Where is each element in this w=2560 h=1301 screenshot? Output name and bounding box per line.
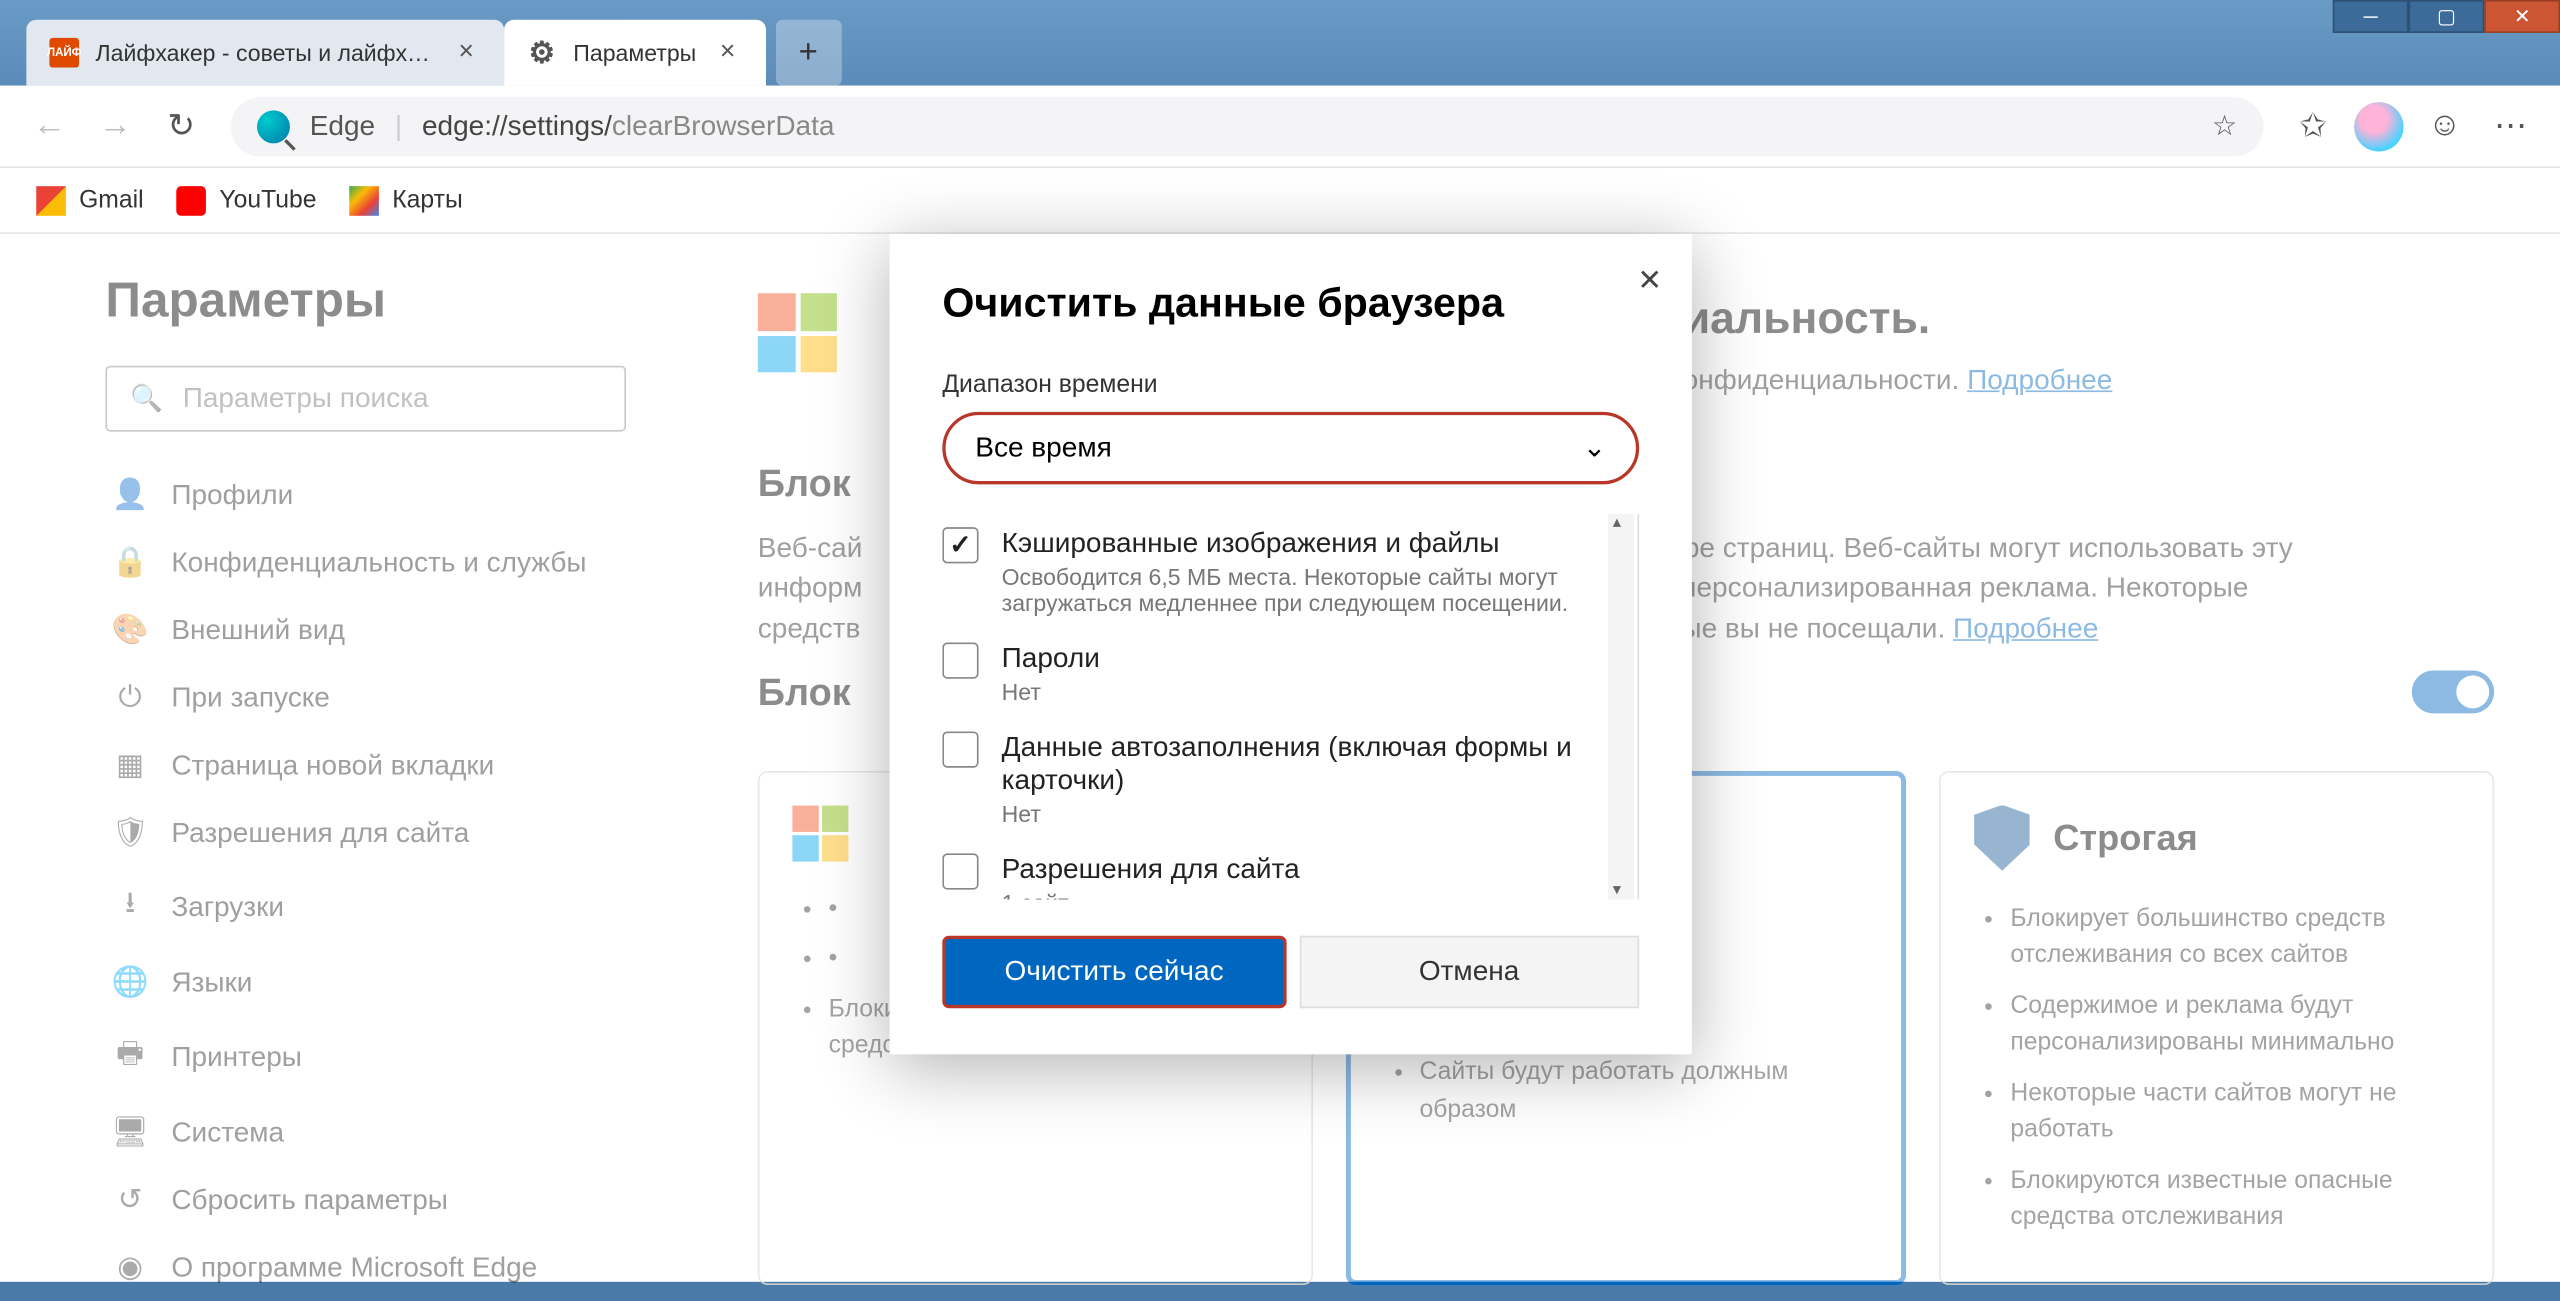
clear-data-item[interactable]: Разрешения для сайта1 сайт xyxy=(942,840,1604,899)
checkbox[interactable] xyxy=(942,731,978,767)
time-range-label: Диапазон времени xyxy=(942,371,1639,399)
tab-settings[interactable]: ⚙ Параметры × xyxy=(504,20,765,86)
checkbox[interactable] xyxy=(942,527,978,563)
window-maximize-button[interactable]: ▢ xyxy=(2408,0,2484,33)
bookmark-gmail[interactable]: Gmail xyxy=(36,185,143,215)
youtube-icon xyxy=(177,185,207,215)
window-close-button[interactable]: ✕ xyxy=(2484,0,2560,33)
tab-close-icon[interactable]: × xyxy=(451,38,481,68)
address-protocol: Edge xyxy=(310,110,375,143)
clear-data-list: Кэшированные изображения и файлыОсвободи… xyxy=(942,514,1639,899)
clear-data-item[interactable]: ПаролиНет xyxy=(942,629,1604,718)
chevron-down-icon: ⌄ xyxy=(1583,432,1606,465)
avatar-icon xyxy=(2354,101,2403,150)
cancel-button[interactable]: Отмена xyxy=(1299,936,1639,1008)
gmail-icon xyxy=(36,185,66,215)
bookmark-maps[interactable]: Карты xyxy=(349,185,462,215)
address-bar[interactable]: Edge | edge://settings/clearBrowserData … xyxy=(231,96,2264,155)
tab-title: Параметры xyxy=(573,40,696,66)
star-icon[interactable]: ☆ xyxy=(2212,110,2237,143)
checkbox[interactable] xyxy=(942,642,978,678)
clear-data-item[interactable]: Данные автозаполнения (включая формы и к… xyxy=(942,718,1604,840)
more-button[interactable]: ⋯ xyxy=(2478,93,2544,159)
window-controls: ─ ▢ ✕ xyxy=(2333,0,2560,33)
edge-icon xyxy=(257,110,290,143)
content-area: Параметры 🔍 👤Профили🔒Конфиденциальность … xyxy=(0,234,2560,1282)
bookmark-youtube[interactable]: YouTube xyxy=(177,185,317,215)
time-range-select[interactable]: Все время ⌄ xyxy=(942,412,1639,484)
tab-title: Лайфхакер - советы и лайфхаки xyxy=(96,40,435,66)
toolbar: ← → ↻ Edge | edge://settings/clearBrowse… xyxy=(0,86,2560,168)
gear-icon: ⚙ xyxy=(527,38,557,68)
profile-avatar[interactable] xyxy=(2346,93,2412,159)
scrollbar[interactable] xyxy=(1608,514,1634,899)
feedback-button[interactable]: ☺ xyxy=(2412,93,2478,159)
maps-icon xyxy=(349,185,379,215)
tab-lifehacker[interactable]: ЛАЙФ Лайфхакер - советы и лайфхаки × xyxy=(26,20,504,86)
new-tab-button[interactable]: + xyxy=(775,20,841,86)
checkbox[interactable] xyxy=(942,853,978,889)
tab-close-icon[interactable]: × xyxy=(713,38,743,68)
address-url: edge://settings/clearBrowserData xyxy=(422,110,835,143)
clear-data-item[interactable]: Кэшированные изображения и файлыОсвободи… xyxy=(942,514,1604,629)
window-minimize-button[interactable]: ─ xyxy=(2333,0,2409,33)
bookmarks-bar: Gmail YouTube Карты xyxy=(0,168,2560,234)
dialog-title: Очистить данные браузера xyxy=(942,280,1639,328)
favorites-button[interactable]: ✩ xyxy=(2280,93,2346,159)
clear-data-dialog: ✕ Очистить данные браузера Диапазон врем… xyxy=(890,234,1692,1054)
lifehacker-favicon: ЛАЙФ xyxy=(49,38,79,68)
forward-button: → xyxy=(82,93,148,159)
dialog-close-button[interactable]: ✕ xyxy=(1637,264,1662,299)
clear-now-button[interactable]: Очистить сейчас xyxy=(942,936,1285,1008)
tab-strip: ЛАЙФ Лайфхакер - советы и лайфхаки × ⚙ П… xyxy=(0,0,2560,86)
back-button: ← xyxy=(16,93,82,159)
refresh-button[interactable]: ↻ xyxy=(148,93,214,159)
